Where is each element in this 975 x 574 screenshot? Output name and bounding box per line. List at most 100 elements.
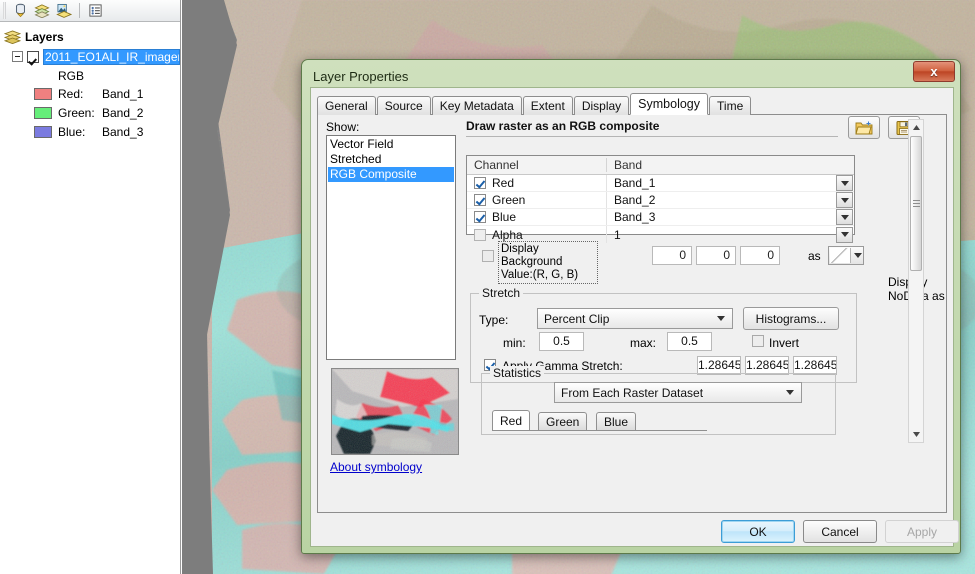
panel-scrollbar[interactable] xyxy=(908,119,924,443)
invert-checkbox[interactable] xyxy=(752,335,764,347)
stretch-max-label: max: xyxy=(630,336,657,350)
green-band-swatch xyxy=(34,106,52,119)
background-value-row: Display Background Value:(R, G, B) 0 0 0… xyxy=(470,241,864,284)
dialog-footer: OK Cancel Apply xyxy=(311,520,959,548)
green-band-cell: Band_2 xyxy=(614,193,656,207)
toolbar-grip[interactable] xyxy=(3,2,6,19)
dialog-title-bar[interactable]: Layer Properties x xyxy=(305,61,957,89)
red-channel-checkbox[interactable] xyxy=(474,177,486,189)
column-header-band: Band xyxy=(614,158,643,172)
about-symbology-link[interactable]: About symbology xyxy=(330,460,422,474)
stretch-group-title: Stretch xyxy=(479,286,524,300)
dialog-tabstrip: General Source Key Metadata Extent Displ… xyxy=(317,93,947,115)
green-channel-checkbox[interactable] xyxy=(474,194,486,206)
background-g-field[interactable]: 0 xyxy=(696,246,736,265)
alpha-channel-checkbox[interactable] xyxy=(474,228,486,241)
blue-band-dropdown[interactable] xyxy=(836,209,853,225)
folder-open-icon[interactable] xyxy=(848,116,880,139)
tab-extent[interactable]: Extent xyxy=(522,96,573,115)
layer-item[interactable]: 2011_EO1ALI_IR_imagery_ xyxy=(4,48,180,65)
statistics-source-combo[interactable]: From Each Raster Dataset xyxy=(554,382,802,403)
scroll-down-icon[interactable] xyxy=(909,427,923,442)
background-color-picker[interactable] xyxy=(828,246,864,265)
show-renderer-list[interactable]: Vector Field Stretched RGB Composite xyxy=(326,135,456,360)
stats-tab-underline xyxy=(492,430,707,431)
layers-stack-icon xyxy=(4,29,21,44)
table-row[interactable]: Green Band_2 xyxy=(467,192,854,209)
background-r-field[interactable]: 0 xyxy=(652,246,692,265)
statistics-source-value: From Each Raster Dataset xyxy=(561,385,704,400)
stretch-type-label: Type: xyxy=(479,313,509,327)
chevron-down-icon xyxy=(840,214,849,220)
table-row[interactable]: Red Band_1 xyxy=(467,175,854,192)
chevron-down-icon xyxy=(840,180,849,186)
alpha-band-cell: 1 xyxy=(614,227,621,242)
collapse-expander[interactable] xyxy=(12,51,23,62)
apply-button[interactable]: Apply xyxy=(885,520,959,543)
table-header-row: Channel Band xyxy=(467,156,854,175)
green-band-label: Green: xyxy=(58,105,95,120)
tab-key-metadata[interactable]: Key Metadata xyxy=(431,96,522,115)
layer-properties-dialog: Layer Properties x General Source Key Me… xyxy=(301,59,961,554)
stats-tab-green[interactable]: Green xyxy=(538,412,588,430)
band-legend-row: Green: Band_2 xyxy=(34,103,180,122)
tab-general[interactable]: General xyxy=(317,96,376,115)
display-background-checkbox[interactable] xyxy=(482,250,494,262)
blue-band-label: Blue: xyxy=(58,124,86,139)
red-band-label: Red: xyxy=(58,86,84,101)
ok-button[interactable]: OK xyxy=(721,520,795,543)
tab-time[interactable]: Time xyxy=(709,96,752,115)
list-by-source-icon[interactable] xyxy=(85,1,105,20)
chevron-down-icon[interactable] xyxy=(852,247,863,264)
close-glyph: x xyxy=(930,64,938,79)
color-swatch xyxy=(830,248,851,263)
table-of-contents-panel: Layers 2011_EO1ALI_IR_imagery_ RGB Red: B… xyxy=(0,0,181,574)
layer-visibility-checkbox[interactable] xyxy=(27,50,39,63)
stats-tab-red[interactable]: Red xyxy=(492,410,531,430)
tab-symbology[interactable]: Symbology xyxy=(630,93,709,115)
blue-band-cell: Band_3 xyxy=(614,210,656,224)
blue-band-swatch xyxy=(34,125,52,138)
background-b-field[interactable]: 0 xyxy=(740,246,780,265)
dialog-content: General Source Key Metadata Extent Displ… xyxy=(310,87,959,548)
layers-icon[interactable] xyxy=(32,1,52,20)
band-legend-row: Red: Band_1 xyxy=(34,84,180,103)
show-label: Show: xyxy=(326,120,360,134)
toolbar-separator xyxy=(79,3,80,18)
layer-name-label[interactable]: 2011_EO1ALI_IR_imagery_ xyxy=(43,48,180,65)
close-icon[interactable]: x xyxy=(913,61,955,82)
toc-root-layers[interactable]: Layers xyxy=(4,28,180,45)
chevron-down-icon xyxy=(840,197,849,203)
renderer-row: RGB xyxy=(4,67,180,84)
cancel-button[interactable]: Cancel xyxy=(803,520,877,543)
raster-layer-icon[interactable] xyxy=(54,1,74,20)
tab-display[interactable]: Display xyxy=(573,96,630,115)
invert-label: Invert xyxy=(769,336,800,350)
symbology-preview-thumbnail xyxy=(331,368,459,455)
show-option-vector-field[interactable]: Vector Field xyxy=(328,137,454,152)
show-option-stretched[interactable]: Stretched xyxy=(328,152,454,167)
renderer-label: RGB xyxy=(58,68,85,83)
background-as-label: as xyxy=(808,249,821,263)
stretch-max-field[interactable]: 0.5 xyxy=(667,332,712,351)
red-band-dropdown[interactable] xyxy=(836,175,853,191)
green-channel-label: Green xyxy=(492,193,526,207)
scrollbar-thumb[interactable] xyxy=(910,136,922,271)
blue-channel-checkbox[interactable] xyxy=(474,211,486,223)
stretch-min-field[interactable]: 0.5 xyxy=(539,332,584,351)
toc-toolbar xyxy=(0,0,180,22)
scroll-up-icon[interactable] xyxy=(909,120,923,135)
renderer-title-underline xyxy=(466,136,838,150)
table-row[interactable]: Blue Band_3 xyxy=(467,209,854,226)
stretch-min-label: min: xyxy=(503,336,526,350)
stats-tab-blue[interactable]: Blue xyxy=(596,412,637,430)
show-option-rgb-composite[interactable]: RGB Composite xyxy=(328,167,454,182)
blue-channel-label: Blue xyxy=(492,210,517,224)
blue-band-value: Band_3 xyxy=(102,124,144,139)
database-icon[interactable] xyxy=(10,1,30,20)
red-channel-label: Red xyxy=(492,176,515,190)
histograms-button[interactable]: Histograms... xyxy=(743,307,839,330)
green-band-dropdown[interactable] xyxy=(836,192,853,208)
stretch-type-combo[interactable]: Percent Clip xyxy=(537,308,733,329)
tab-source[interactable]: Source xyxy=(376,96,431,115)
